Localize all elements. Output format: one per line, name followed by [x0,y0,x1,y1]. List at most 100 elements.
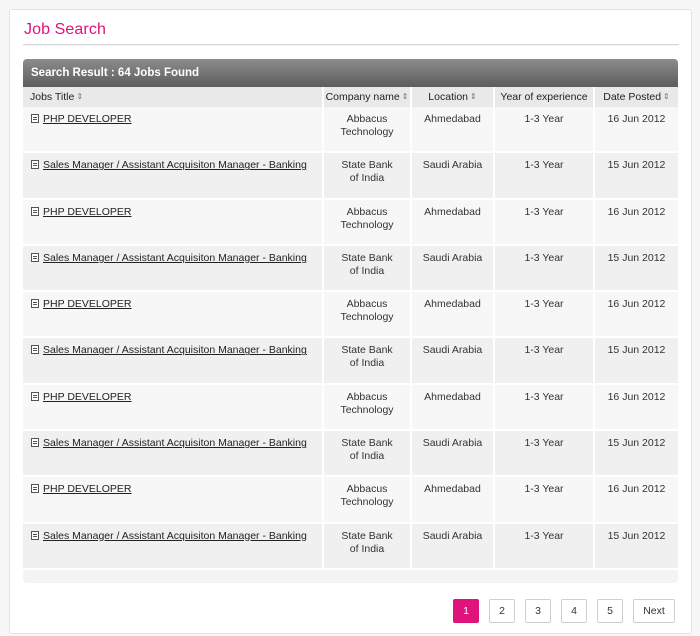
document-icon [31,530,39,540]
company-name-line: Technology [340,496,394,509]
job-title-link[interactable]: Sales Manager / Assistant Acquisiton Man… [43,252,307,264]
company-name-line: Abbacus [346,483,388,496]
column-header-jobs-title[interactable]: Jobs Title ⇕ [23,87,324,107]
date-posted-cell: 16 Jun 2012 [595,199,678,246]
company-name-line: of India [349,542,385,555]
location-cell: Saudi Arabia [412,431,495,478]
date-posted-cell: 16 Jun 2012 [595,477,678,524]
table-row: Sales Manager / Assistant Acquisiton Man… [23,245,678,293]
experience-cell: 1-3 Year [495,245,595,293]
experience-cell: 1-3 Year [495,477,595,524]
page-button-2[interactable]: 2 [489,599,515,623]
date-posted-cell: 15 Jun 2012 [595,245,678,293]
company-cell: State Bank of India [324,245,412,293]
company-name-line: of India [349,172,385,185]
company-name-line: of India [349,357,385,370]
company-cell: Abbacus Technology [324,199,412,246]
page-button-1[interactable]: 1 [453,599,479,623]
company-name-line: Technology [340,126,394,138]
table-header-row: Jobs Title ⇕ Company name ⇕ Location ⇕ Year… [23,87,678,107]
next-page-button[interactable]: Next [633,599,675,623]
document-icon [31,114,39,123]
page-title: Job Search [24,21,106,38]
experience-cell: 1-3 Year [495,107,595,154]
job-title-link[interactable]: PHP DEVELOPER [43,391,132,403]
job-title-link[interactable]: PHP DEVELOPER [43,206,132,218]
document-icon [31,252,39,262]
company-name-line: Technology [340,311,394,324]
document-icon [31,438,39,448]
experience-cell: 1-3 Year [495,431,595,478]
experience-cell: 1-3 Year [495,523,595,570]
date-posted-cell: 16 Jun 2012 [595,107,678,154]
job-title-cell: Sales Manager / Assistant Acquisiton Man… [23,431,324,478]
job-title-link[interactable]: PHP DEVELOPER [43,298,132,310]
table-row: PHP DEVELOPER Abbacus Technology Ahmedabad 1… [23,107,678,154]
column-header-label: Date Posted [603,91,662,103]
company-name-line: Abbacus [346,113,388,125]
table-row: PHP DEVELOPER Abbacus Technology Ahmedabad 1… [23,477,678,524]
location-cell: Saudi Arabia [412,245,495,293]
company-name-line: State Bank [341,437,393,450]
pagination: 1 2 3 4 5 Next [10,599,693,625]
job-title-cell: Sales Manager / Assistant Acquisiton Man… [23,245,324,293]
company-cell: State Bank of India [324,431,412,478]
table-row: Sales Manager / Assistant Acquisiton Man… [23,338,678,385]
document-icon [31,206,39,216]
company-name-line: Technology [340,403,394,416]
experience-cell: 1-3 Year [495,199,595,246]
company-name-line: of India [349,450,385,463]
column-header-date-posted[interactable]: Date Posted ⇕ [595,87,678,107]
document-icon [31,484,39,494]
company-name-line: Technology [340,218,394,231]
job-title-cell: PHP DEVELOPER [23,384,324,432]
document-icon [31,345,39,355]
job-title-cell: Sales Manager / Assistant Acquisiton Man… [23,153,324,200]
job-title-link[interactable]: Sales Manager / Assistant Acquisiton Man… [43,159,307,171]
column-header-company[interactable]: Company name ⇕ [324,87,412,107]
title-divider [23,44,679,45]
company-cell: State Bank of India [324,153,412,200]
company-cell: Abbacus Technology [324,477,412,524]
table-row: Sales Manager / Assistant Acquisiton Man… [23,523,678,570]
job-title-link[interactable]: Sales Manager / Assistant Acquisiton Man… [43,344,307,356]
date-posted-cell: 15 Jun 2012 [595,431,678,478]
job-title-cell: Sales Manager / Assistant Acquisiton Man… [23,523,324,570]
document-icon [31,391,39,401]
location-cell: Ahmedabad [412,292,495,339]
date-posted-cell: 16 Jun 2012 [595,292,678,339]
job-title-link[interactable]: PHP DEVELOPER [43,113,132,125]
job-title-link[interactable]: PHP DEVELOPER [43,483,132,495]
location-cell: Ahmedabad [412,384,495,432]
job-title-cell: PHP DEVELOPER [23,199,324,246]
column-header-label: Year of experience [500,91,588,103]
job-title-link[interactable]: Sales Manager / Assistant Acquisiton Man… [43,530,307,542]
date-posted-cell: 15 Jun 2012 [595,338,678,385]
date-posted-cell: 15 Jun 2012 [595,523,678,570]
table-row: PHP DEVELOPER Abbacus Technology Ahmedabad 1… [23,199,678,246]
company-name-line: Abbacus [346,205,388,218]
company-cell: Abbacus Technology [324,292,412,339]
column-header-label: Location [428,91,468,103]
table-row: PHP DEVELOPER Abbacus Technology Ahmedabad 1… [23,292,678,339]
company-name-line: of India [349,264,385,277]
job-title-link[interactable]: Sales Manager / Assistant Acquisiton Man… [43,437,307,449]
results-table: Jobs Title ⇕ Company name ⇕ Location ⇕ Year… [23,87,678,570]
sort-icon: ⇕ [663,92,670,101]
company-name-line: Abbacus [346,390,388,403]
page-button-5[interactable]: 5 [597,599,623,623]
table-row: Sales Manager / Assistant Acquisiton Man… [23,153,678,200]
experience-cell: 1-3 Year [495,292,595,339]
page-button-3[interactable]: 3 [525,599,551,623]
location-cell: Ahmedabad [412,477,495,524]
column-header-experience[interactable]: Year of experience [495,87,595,107]
page-button-4[interactable]: 4 [561,599,587,623]
location-cell: Saudi Arabia [412,523,495,570]
column-header-location[interactable]: Location ⇕ [412,87,495,107]
experience-cell: 1-3 Year [495,384,595,432]
table-row: Sales Manager / Assistant Acquisiton Man… [23,431,678,478]
location-cell: Saudi Arabia [412,338,495,385]
search-results-panel: Search Result : 64 Jobs Found Jobs Title… [23,59,678,583]
job-title-cell: Sales Manager / Assistant Acquisiton Man… [23,338,324,385]
table-row: PHP DEVELOPER Abbacus Technology Ahmedabad 1… [23,384,678,432]
